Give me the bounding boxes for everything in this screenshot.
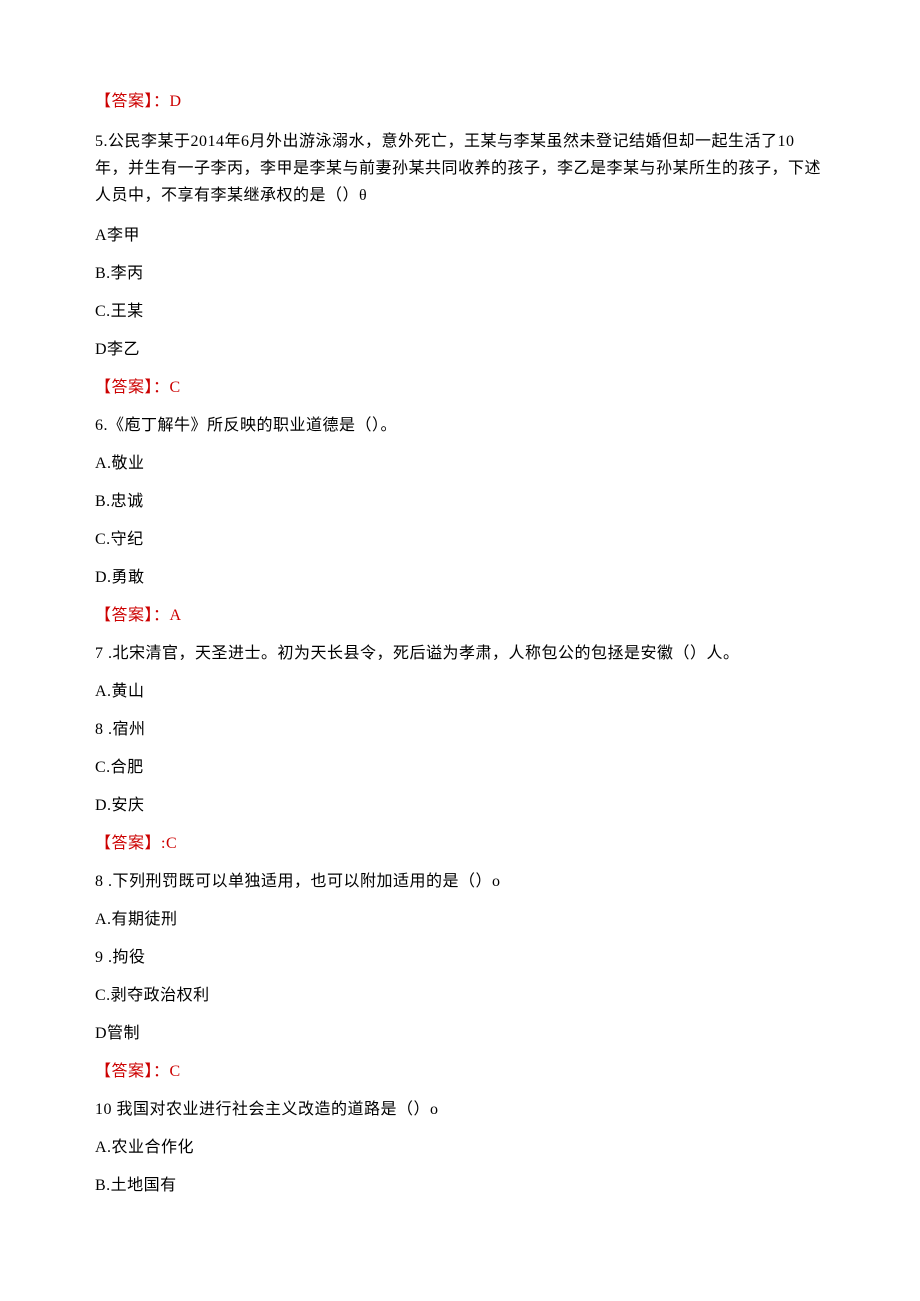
question-6-text: 6.《庖丁解牛》所反映的职业道德是（）。 [95, 414, 825, 438]
q5-option-b: B.李丙 [95, 262, 825, 286]
q10-option-a: A.农业合作化 [95, 1136, 825, 1160]
q7-option-d: D.安庆 [95, 794, 825, 818]
answer-q5: 【答案】：C [95, 376, 825, 400]
question-5-text: 5.公民李某于2014年6月外出游泳溺水，意外死亡，王某与李某虽然未登记结婚但却… [95, 128, 825, 210]
q8-option-c: C.剥夺政治权利 [95, 984, 825, 1008]
q6-option-c: C.守纪 [95, 528, 825, 552]
q7-option-b: 8 .宿州 [95, 718, 825, 742]
answer-q7: 【答案】:C [95, 832, 825, 856]
answer-q4: 【答案】：D [95, 90, 825, 114]
q6-option-b: B.忠诚 [95, 490, 825, 514]
q7-option-c: C.合肥 [95, 756, 825, 780]
question-7-text: 7 .北宋清官，天圣进士。初为天长县令，死后谥为孝肃，人称包公的包拯是安徽（）人… [95, 642, 825, 666]
q8-option-b: 9 .拘役 [95, 946, 825, 970]
q7-option-a: A.黄山 [95, 680, 825, 704]
q5-option-a: A李甲 [95, 224, 825, 248]
question-8-text: 8 .下列刑罚既可以单独适用，也可以附加适用的是（）o [95, 870, 825, 894]
q5-option-d: D李乙 [95, 338, 825, 362]
question-10-text: 10 我国对农业进行社会主义改造的道路是（）o [95, 1098, 825, 1122]
q8-option-a: A.有期徒刑 [95, 908, 825, 932]
q6-option-d: D.勇敢 [95, 566, 825, 590]
q5-option-c: C.王某 [95, 300, 825, 324]
q6-option-a: A.敬业 [95, 452, 825, 476]
answer-q8: 【答案】：C [95, 1060, 825, 1084]
answer-q6: 【答案】：A [95, 604, 825, 628]
q10-option-b: B.土地国有 [95, 1174, 825, 1198]
q8-option-d: D管制 [95, 1022, 825, 1046]
